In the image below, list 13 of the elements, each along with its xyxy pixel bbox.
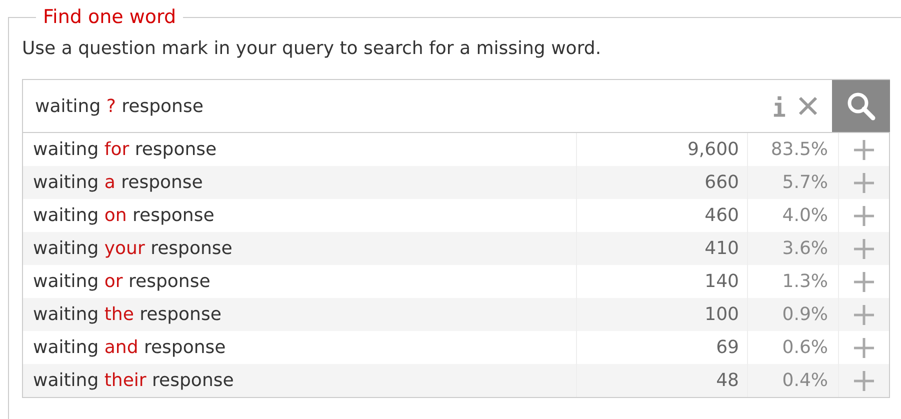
phrase-cell: waiting their response (23, 364, 577, 397)
plus-icon[interactable] (854, 172, 874, 192)
hint-text: Use a question mark in your query to search for a missing word. (22, 38, 602, 59)
plus-icon[interactable] (854, 140, 874, 160)
count-cell: 48 (577, 364, 748, 397)
panel-title: Find one word (42, 6, 178, 28)
plus-icon[interactable] (854, 370, 874, 390)
plus-icon[interactable] (854, 272, 874, 292)
plus-icon[interactable] (854, 206, 874, 226)
percent-cell: 0.4% (748, 364, 839, 397)
plus-icon[interactable] (854, 338, 874, 358)
plus-icon[interactable] (854, 238, 874, 258)
plus-icon[interactable] (854, 304, 874, 324)
